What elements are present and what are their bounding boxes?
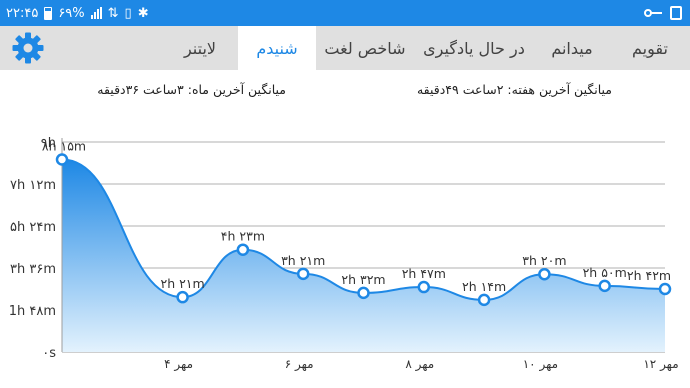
- x-tick-label: ۴ مهر: [164, 357, 193, 372]
- data-point[interactable]: [417, 280, 431, 294]
- status-left: ۲۲:۴۵ ۶۹% ⇅ ▯ ✱: [6, 0, 149, 26]
- listening-time-chart: ۰s1h ۴۸m۳h ۳۶m۵h ۲۴m۷h ۱۲m۹h۴ مهر ۶ مهر ۸ …: [9, 136, 679, 372]
- area-fill: [62, 159, 665, 352]
- y-tick-label: ۰s: [42, 346, 56, 361]
- data-label: ۲h ۴۲m: [627, 268, 671, 283]
- data-label: ۲h ۴۷m: [402, 266, 446, 281]
- x-tick-label: ۱۰ مهر: [523, 357, 558, 372]
- data-point[interactable]: [55, 153, 69, 166]
- data-label: ۲h ۲۱m: [160, 276, 204, 291]
- y-tick-label: ۵h ۲۴m: [10, 220, 56, 235]
- status-right: [644, 0, 682, 26]
- y-tick-label: ۷h ۱۲m: [10, 178, 56, 193]
- battery-icon: [44, 6, 53, 20]
- data-label: ۸h ۱۵m: [42, 139, 86, 154]
- data-label: ۳h ۲۰m: [522, 253, 566, 268]
- data-label: ۴h ۲۳m: [221, 229, 265, 244]
- data-point[interactable]: [538, 267, 551, 281]
- gear-icon: [12, 32, 44, 64]
- month-average: میانگین آخرین ماه: ۳ساعت ۳۶دقیقه: [97, 82, 286, 97]
- data-point[interactable]: [658, 282, 672, 296]
- x-tick-label: ۸ مهر: [405, 357, 434, 372]
- signal-icon: [90, 7, 102, 19]
- data-transfer-icon: ⇅: [107, 5, 119, 21]
- data-label: ۲h ۳۲m: [341, 272, 385, 287]
- week-average: میانگین آخرین هفته: ۲ساعت ۴۹دقیقه: [416, 82, 612, 97]
- tab-known[interactable]: میدانم: [534, 26, 610, 70]
- tab-learning[interactable]: در حال یادگیری: [414, 26, 534, 70]
- y-tick-label: 1h ۴۸m: [9, 304, 56, 319]
- data-point[interactable]: [357, 286, 370, 300]
- tab-leitner[interactable]: لایتنر: [162, 26, 238, 70]
- notification-box-icon: [670, 6, 682, 20]
- settings-button[interactable]: [10, 30, 46, 66]
- tab-bar: تقویم میدانم در حال یادگیری شاخص لغت شنی…: [0, 26, 690, 70]
- vibrate-icon: ▯: [124, 5, 132, 21]
- x-tick-label: ۱۲ مهر: [643, 357, 678, 372]
- data-label: ۳h ۲۱m: [281, 253, 325, 268]
- vpn-key-icon: [644, 9, 662, 17]
- tab-heard[interactable]: شنیدم: [238, 26, 316, 70]
- x-tick-label: ۶ مهر: [285, 357, 314, 372]
- y-tick-label: ۳h ۳۶m: [10, 262, 56, 277]
- data-label: ۲h ۱۴m: [462, 279, 506, 294]
- data-point[interactable]: [296, 267, 310, 281]
- data-point[interactable]: [176, 290, 189, 304]
- status-bar: ۲۲:۴۵ ۶۹% ⇅ ▯ ✱: [0, 0, 690, 26]
- tab-word-index[interactable]: شاخص لغت: [316, 26, 414, 70]
- data-point[interactable]: [236, 243, 250, 256]
- data-point[interactable]: [477, 293, 491, 307]
- battery-level: ۶۹%: [58, 5, 85, 21]
- tab-calendar[interactable]: تقویم: [610, 26, 690, 70]
- bluetooth-icon: ✱: [137, 5, 149, 21]
- data-point[interactable]: [598, 279, 611, 293]
- data-label: ۲h ۵۰m: [583, 265, 627, 280]
- status-time: ۲۲:۴۵: [6, 5, 39, 21]
